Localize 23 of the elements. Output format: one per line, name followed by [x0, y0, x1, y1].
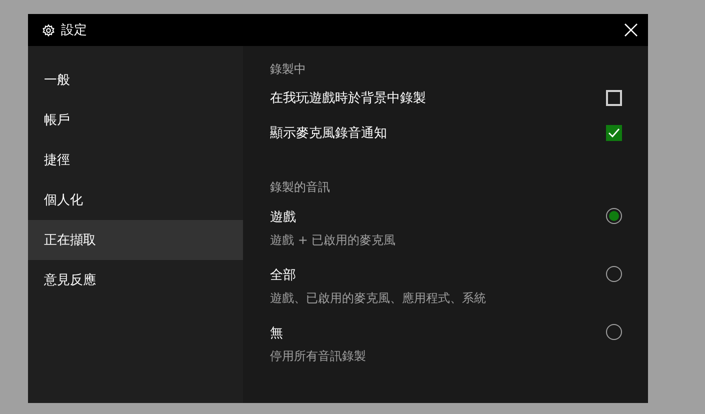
- sidebar-item[interactable]: 正在擷取: [28, 220, 243, 260]
- settings-icon: [42, 24, 55, 36]
- section-heading: 錄製中: [270, 60, 307, 78]
- sidebar-item[interactable]: 一般: [28, 60, 243, 100]
- section-heading: 錄製的音訊: [270, 178, 331, 196]
- close-icon: [624, 23, 638, 37]
- option-label: 無: [270, 326, 283, 341]
- option-description: 遊戲、已啟用的麥克風、應用程式、系統: [270, 290, 486, 307]
- option-label: 全部: [270, 268, 296, 283]
- sidebar-item[interactable]: 捷徑: [28, 140, 243, 180]
- radio-button[interactable]: [606, 208, 622, 224]
- sidebar-item[interactable]: 意見反應: [28, 260, 243, 300]
- sidebar-item[interactable]: 個人化: [28, 180, 243, 220]
- radio-button[interactable]: [606, 266, 622, 282]
- setting-label: 在我玩遊戲時於背景中錄製: [270, 90, 426, 106]
- checkbox[interactable]: [606, 124, 622, 140]
- setting-label: 顯示麥克風錄音通知: [270, 124, 387, 142]
- sidebar-item[interactable]: 帳戶: [28, 100, 243, 140]
- option-description: 停用所有音訊錄製: [270, 348, 366, 365]
- option-description: 遊戲 + 已啟用的麥克風: [270, 232, 396, 249]
- window-title: 設定: [61, 22, 88, 39]
- radio-button[interactable]: [606, 324, 622, 340]
- option-label: 遊戲: [270, 210, 296, 225]
